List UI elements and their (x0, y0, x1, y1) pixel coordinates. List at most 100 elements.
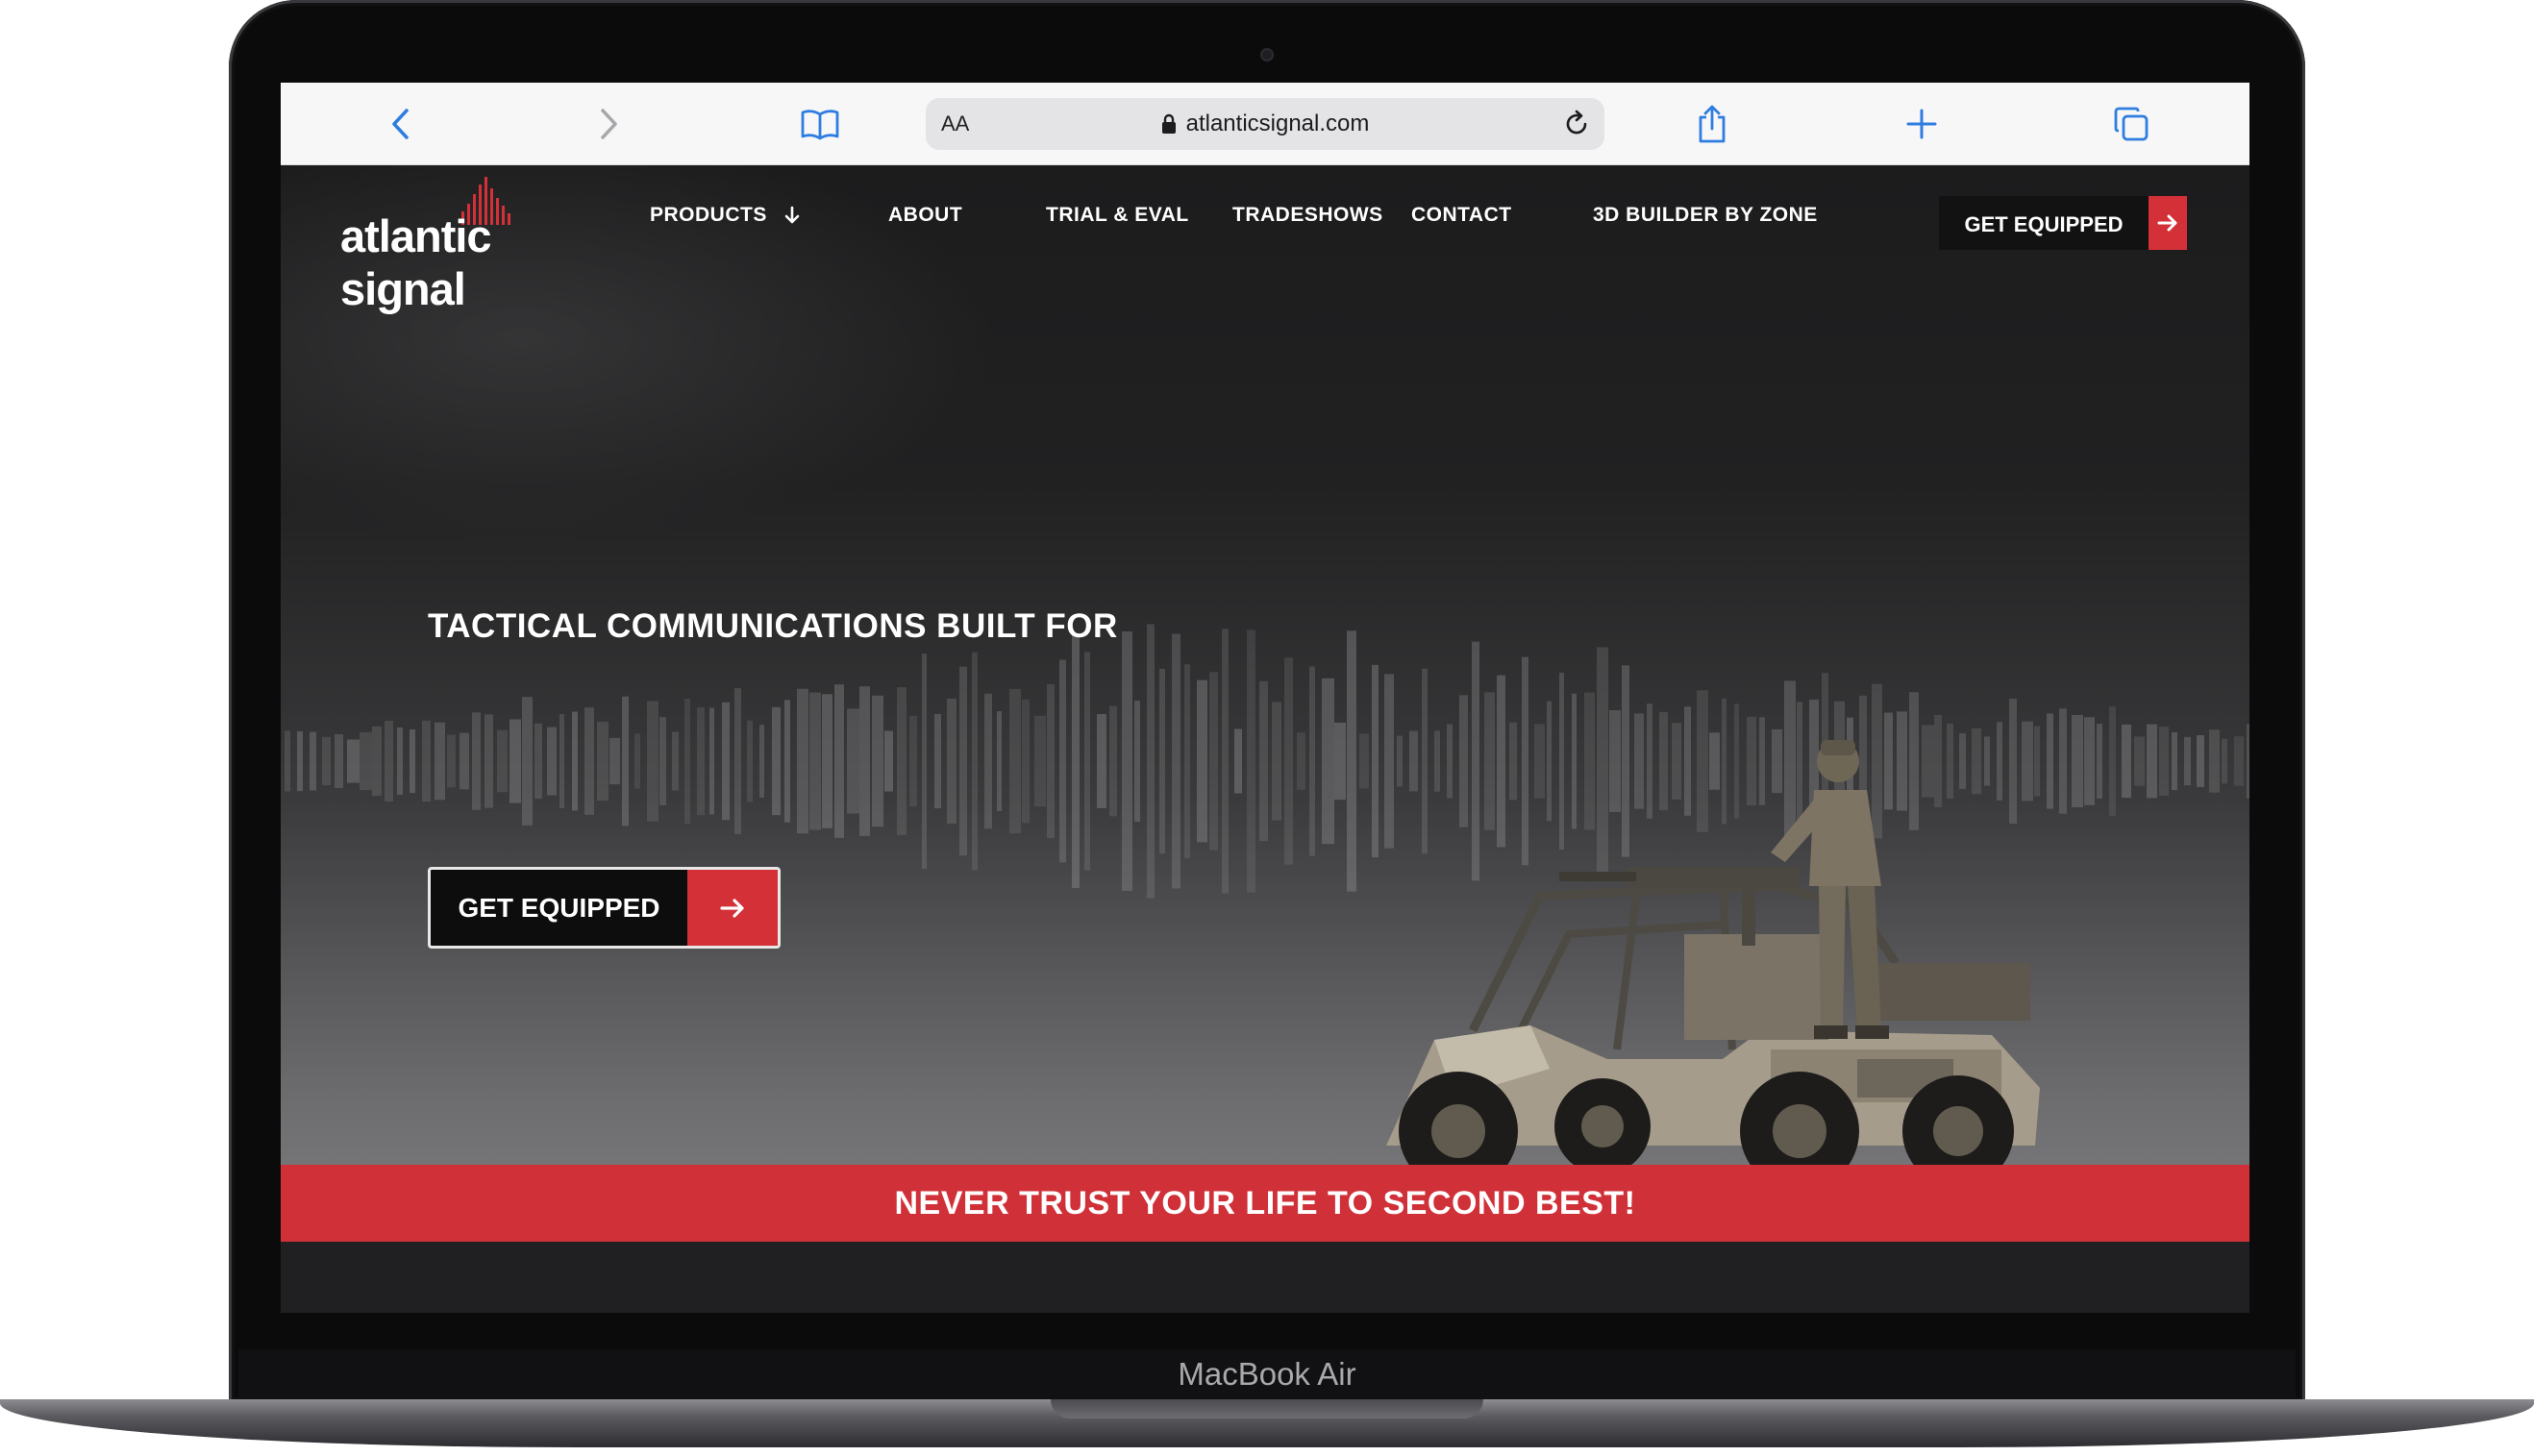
waveform-bar (784, 700, 790, 823)
device-label: MacBook Air (1178, 1356, 1356, 1392)
hero-cta-label: GET EQUIPPED (458, 892, 660, 923)
waveform-bar (297, 730, 303, 792)
waveform-bar (897, 687, 907, 835)
waveform-bar (2134, 736, 2145, 786)
waveform-bar (1297, 732, 1305, 790)
waveform-bar (2222, 738, 2227, 784)
nav-get-equipped-button[interactable]: GET EQUIPPED (1939, 196, 2187, 250)
waveform-bar (622, 696, 629, 827)
waveform-bar (547, 727, 557, 796)
nav-item-about[interactable]: ABOUT (888, 200, 962, 231)
forward-icon[interactable] (586, 102, 631, 146)
waveform-bar (1234, 728, 1242, 794)
waveform-bar (984, 693, 992, 829)
next-section (281, 1242, 2249, 1313)
waveform-bar (1022, 699, 1030, 824)
waveform-bar (1284, 657, 1293, 865)
bookmarks-icon[interactable] (798, 102, 842, 146)
waveform-bar (385, 720, 393, 802)
waveform-bar (2209, 729, 2220, 793)
waveform-bar (584, 707, 594, 815)
waveform-bar (659, 717, 666, 805)
waveform-bar (734, 688, 741, 834)
soldier-vehicle-image (1386, 740, 2040, 1165)
waveform-bar (2247, 724, 2249, 799)
waveform-bar (1122, 630, 1132, 892)
waveform-bar (372, 726, 382, 797)
banner-text: NEVER TRUST YOUR LIFE TO SECOND BEST! (894, 1184, 1636, 1222)
waveform-bar (1209, 672, 1218, 851)
waveform-bar (1184, 664, 1190, 858)
waveform-bar (859, 686, 870, 836)
waveform-bar (422, 720, 431, 802)
waveform-bar (322, 736, 331, 786)
waveform-bar (310, 731, 316, 791)
waveform-bar (1147, 624, 1155, 899)
waveform-bar (597, 721, 609, 802)
waveform-bar (1047, 683, 1055, 839)
reload-icon[interactable] (1562, 110, 1591, 138)
waveform-bar (1172, 633, 1180, 889)
waveform-bar (347, 739, 360, 783)
share-icon[interactable] (1690, 102, 1734, 146)
screen: AA atlanticsignal.com atlantic signal PR… (281, 83, 2249, 1313)
waveform-bar (2234, 736, 2244, 786)
waveform-bar (872, 695, 883, 827)
nav-item-tradeshows[interactable]: TRADESHOWS (1232, 200, 1383, 231)
hero-get-equipped-button[interactable]: GET EQUIPPED (428, 867, 781, 949)
waveform-bar (834, 684, 844, 838)
nav-item-trial-eval[interactable]: TRIAL & EVAL (1046, 200, 1189, 231)
waveform-bar (435, 722, 445, 801)
waveform-bar (572, 711, 578, 811)
waveform-bar (534, 723, 542, 800)
waveform-bar (1134, 701, 1140, 822)
lock-icon (1161, 113, 1176, 134)
nav-item-3d-builder[interactable]: 3D BUILDER BY ZONE (1593, 200, 1818, 231)
waveform-bar (1259, 680, 1268, 842)
waveform-bar (1272, 702, 1281, 821)
waveform-bar (460, 732, 469, 790)
waveform-bar (822, 694, 832, 828)
camera-icon (1260, 48, 1274, 62)
laptop-hinge-notch (1051, 1399, 1483, 1419)
waveform-bar (909, 715, 917, 807)
waveform-bar (497, 729, 508, 793)
waveform-bar (2172, 731, 2177, 791)
waveform-bar (1009, 688, 1021, 834)
new-tab-icon[interactable] (1900, 102, 1944, 146)
nav-item-products[interactable]: PRODUCTS (650, 200, 802, 231)
waveform-bar (285, 730, 290, 792)
waveform-bar (1309, 666, 1315, 856)
waveform-bar (2197, 735, 2204, 787)
tabs-icon[interactable] (2109, 102, 2153, 146)
waveform-bar (472, 712, 481, 810)
address-bar[interactable]: AA atlanticsignal.com (926, 98, 1604, 150)
waveform-bar (997, 711, 1002, 811)
waveform-bar (1222, 629, 1229, 894)
waveform-bar (647, 701, 658, 822)
chevron-down-icon (784, 207, 800, 224)
waveform-bar (1197, 679, 1207, 843)
arrow-right-icon (687, 870, 778, 946)
website: atlantic signal PRODUCTS ABOUT TRIAL & E… (281, 165, 2249, 1313)
site-logo[interactable]: atlantic signal (340, 175, 619, 314)
waveform-bar (2159, 727, 2169, 796)
waveform-bar (335, 734, 343, 788)
waveform-bar (397, 727, 403, 796)
waveform-bar (1059, 659, 1066, 863)
nav-item-contact[interactable]: CONTACT (1411, 200, 1512, 231)
waveform-bar (410, 728, 415, 794)
waveform-bar (697, 706, 705, 816)
url-text: atlanticsignal.com (1185, 111, 1370, 136)
site-nav: atlantic signal PRODUCTS ABOUT TRIAL & E… (281, 165, 2249, 314)
waveform-bar (360, 731, 372, 791)
back-icon[interactable] (379, 102, 423, 146)
nav-item-label: PRODUCTS (650, 204, 767, 226)
waveform-bar (884, 730, 893, 792)
waveform-bar (684, 698, 690, 825)
waveform-bar (672, 731, 679, 791)
waveform-bar (809, 692, 821, 830)
waveform-bar (447, 734, 456, 788)
waveform-bar (609, 737, 620, 785)
waveform-bar (709, 707, 714, 815)
